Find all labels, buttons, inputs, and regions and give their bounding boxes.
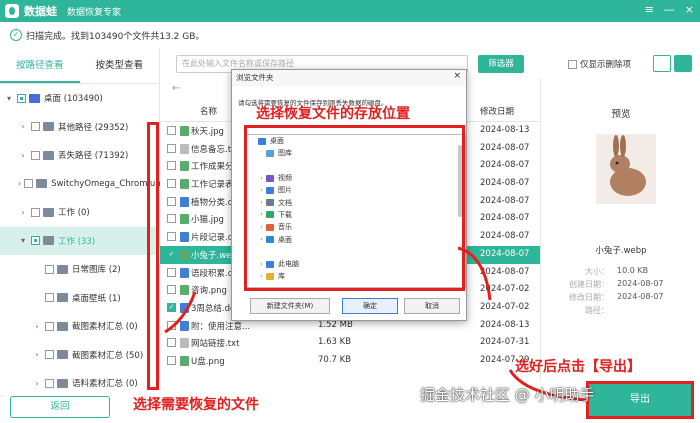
- annotation-arrows: [164, 246, 587, 402]
- arrow-to-dialog: [457, 246, 492, 301]
- arrow-to-checkboxes: [164, 291, 197, 334]
- watermark: 掘金技术社区 @ 小明助手: [420, 386, 595, 404]
